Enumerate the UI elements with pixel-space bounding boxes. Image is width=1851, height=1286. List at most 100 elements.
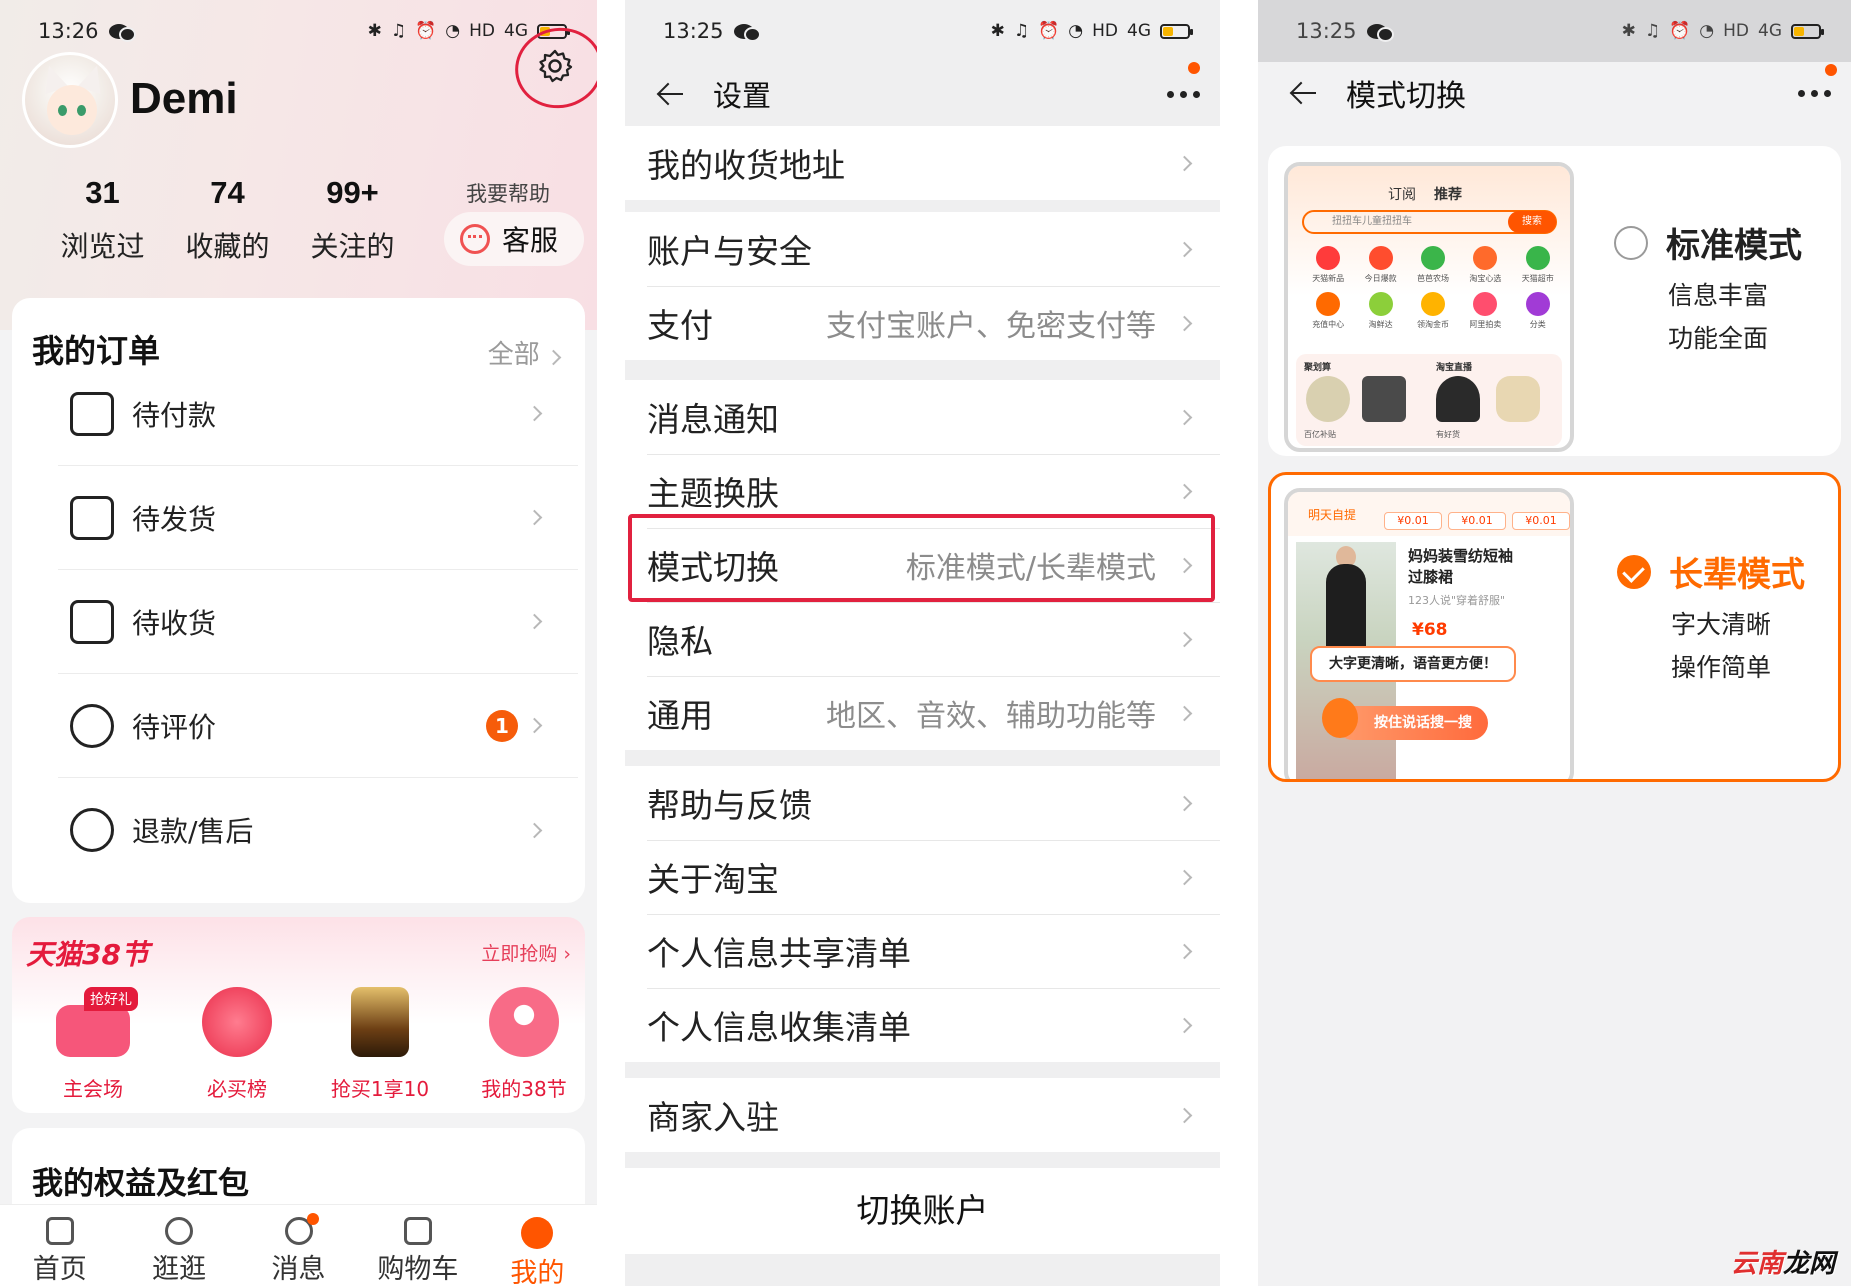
bag-image — [1496, 376, 1540, 422]
signal-label: 4G — [1127, 21, 1151, 41]
chevron-right-icon — [1176, 1107, 1193, 1123]
settings-group: 商家入驻 — [625, 1078, 1220, 1152]
settings-row-help-feedback[interactable]: 帮助与反馈 — [625, 766, 1220, 840]
stat-favorites[interactable]: 74 收藏的 — [165, 175, 290, 265]
chevron-right-icon — [1176, 315, 1193, 331]
preview-grid: 天猫新品 今日爆款 芭芭农场 淘宝心选 天猫超市 充值中心 淘鲜达 领淘金币 阿… — [1302, 246, 1564, 330]
wifi-icon: ◔ — [1699, 21, 1715, 41]
status-bar: 13:25 ✱ ♫ ⏰ ◔ HD 4G — [625, 0, 1220, 62]
row-label: 主题换肤 — [647, 474, 779, 513]
settings-row-merchant[interactable]: 商家入驻 — [625, 1078, 1220, 1152]
settings-row-notifications[interactable]: 消息通知 — [625, 380, 1220, 454]
chevron-right-icon — [1176, 705, 1193, 721]
wifi-icon: ◔ — [445, 21, 461, 41]
promo-buy-now-link[interactable]: 立即抢购 › — [481, 939, 571, 966]
tab-explore[interactable]: 逛逛 — [119, 1205, 238, 1286]
standard-mode-radio[interactable] — [1614, 226, 1648, 260]
grid-cell: 淘宝心选 — [1459, 246, 1511, 284]
bluetooth-icon: ✱ — [1621, 21, 1636, 41]
order-pending-shipment[interactable]: 待发货 — [58, 466, 578, 570]
grid-label: 阿里拍卖 — [1469, 320, 1502, 329]
switch-account-button[interactable]: 切换账户 — [625, 1168, 1220, 1254]
alarm-icon: ⏰ — [1038, 21, 1060, 41]
watermark-part: 云南 — [1730, 1249, 1783, 1279]
preview-product-price: ¥68 — [1412, 620, 1448, 640]
grid-label: 领淘金币 — [1416, 320, 1449, 329]
battery-icon — [1791, 23, 1824, 39]
order-pending-review[interactable]: 待评价 1 — [58, 674, 578, 778]
promo-must-buy[interactable]: 必买榜 — [172, 987, 302, 1102]
mode-switch-highlight-box — [628, 514, 1215, 602]
stroller-image — [1436, 376, 1480, 422]
settings-row-privacy[interactable]: 隐私 — [625, 602, 1220, 676]
notification-dot — [1188, 62, 1200, 74]
grid-cell: 芭芭农场 — [1407, 246, 1459, 284]
standard-mode-card[interactable]: 订阅 推荐 扭扭车儿童扭扭车 搜索 天猫新品 今日爆款 芭芭农场 淘宝心选 天猫… — [1268, 146, 1841, 456]
settings-row-info-sharing[interactable]: 个人信息共享清单 — [625, 914, 1220, 988]
mute-icon: ♫ — [1644, 21, 1661, 41]
more-icon[interactable] — [1798, 89, 1831, 97]
stat-following[interactable]: 99+ 关注的 — [290, 175, 415, 265]
promo-buy-one[interactable]: 抢买1享10 — [315, 987, 445, 1102]
tab-messages[interactable]: 消息 — [239, 1205, 358, 1286]
order-refund[interactable]: 退款/售后 — [58, 778, 578, 882]
tshirt-image — [1362, 376, 1406, 422]
alarm-icon: ⏰ — [1669, 21, 1691, 41]
customer-service-button[interactable]: 客服 — [444, 212, 584, 266]
elder-mode-card[interactable]: 明天自提 ¥0.01 ¥0.01 ¥0.01 妈妈装雪纺短袖过膝裙 123人说"… — [1268, 472, 1841, 782]
order-pending-receipt[interactable]: 待收货 — [58, 570, 578, 674]
wechat-icon — [733, 23, 761, 42]
preview-product-sub: 123人说"穿着舒服" — [1408, 594, 1506, 607]
status-time: 13:25 — [1296, 19, 1357, 43]
bluetooth-icon: ✱ — [990, 21, 1005, 41]
signal-label: 4G — [504, 21, 528, 41]
more-icon[interactable] — [1167, 90, 1200, 98]
order-label: 待发货 — [132, 502, 217, 536]
settings-row-general[interactable]: 通用 地区、音效、辅助功能等 — [625, 676, 1220, 750]
settings-screen: 13:25 ✱ ♫ ⏰ ◔ HD 4G 设置 我的收货地址 账户与安全 支付 支 — [625, 0, 1220, 1286]
settings-row-info-collection[interactable]: 个人信息收集清单 — [625, 988, 1220, 1062]
product-bottle-icon — [351, 987, 409, 1057]
tab-cart[interactable]: 购物车 — [358, 1205, 477, 1286]
stat-browsed[interactable]: 31 浏览过 — [40, 175, 165, 265]
row-value: 地区、音效、辅助功能等 — [826, 699, 1156, 734]
grid-cell: 淘鲜达 — [1354, 292, 1406, 330]
preview-section-label: 聚划算 — [1304, 363, 1332, 373]
refund-icon — [70, 808, 114, 852]
tab-label: 购物车 — [377, 1254, 459, 1285]
tab-home[interactable]: 首页 — [0, 1205, 119, 1286]
grid-label: 今日爆款 — [1364, 274, 1397, 283]
promo-title: 天猫38节 — [26, 938, 149, 971]
settings-row-payment[interactable]: 支付 支付宝账户、免密支付等 — [625, 286, 1220, 360]
grid-label: 分类 — [1529, 320, 1546, 329]
settings-row-about[interactable]: 关于淘宝 — [625, 840, 1220, 914]
back-arrow-icon[interactable] — [657, 81, 683, 107]
hd-label: HD — [469, 21, 495, 41]
settings-row-address[interactable]: 我的收货地址 — [625, 126, 1220, 200]
promo-my-38[interactable]: 我的38节 — [459, 987, 589, 1102]
avatar[interactable] — [22, 52, 118, 148]
mode-desc-line: 操作简单 — [1671, 653, 1772, 682]
elder-mode-radio[interactable] — [1617, 555, 1651, 589]
settings-row-account-security[interactable]: 账户与安全 — [625, 212, 1220, 286]
stat-number: 31 — [85, 175, 120, 210]
tmall-38-promo: 天猫38节 立即抢购 › 主会场 抢好礼 必买榜 抢买1享10 我的38节 — [12, 917, 585, 1113]
chevron-right-icon — [526, 509, 543, 526]
bike-image — [1306, 376, 1350, 422]
grid-label: 天猫新品 — [1312, 274, 1345, 283]
mode-desc-line: 功能全面 — [1668, 324, 1769, 353]
status-time: 13:25 — [663, 19, 724, 43]
order-pending-payment[interactable]: 待付款 — [58, 362, 578, 466]
chevron-right-icon — [1176, 631, 1193, 647]
chevron-right-icon — [1176, 483, 1193, 499]
tab-label: 我的 — [510, 1258, 565, 1286]
standard-mode-name: 标准模式 — [1666, 226, 1802, 266]
tab-me[interactable]: 我的 — [478, 1205, 597, 1286]
row-value: 支付宝账户、免密支付等 — [826, 309, 1156, 344]
row-label: 隐私 — [647, 622, 713, 661]
grid-label: 淘鲜达 — [1368, 320, 1393, 329]
settings-group: 帮助与反馈 关于淘宝 个人信息共享清单 个人信息收集清单 — [625, 766, 1220, 1062]
chevron-right-icon — [1176, 943, 1193, 959]
back-arrow-icon[interactable] — [1290, 80, 1316, 106]
row-label: 帮助与反馈 — [647, 786, 812, 825]
